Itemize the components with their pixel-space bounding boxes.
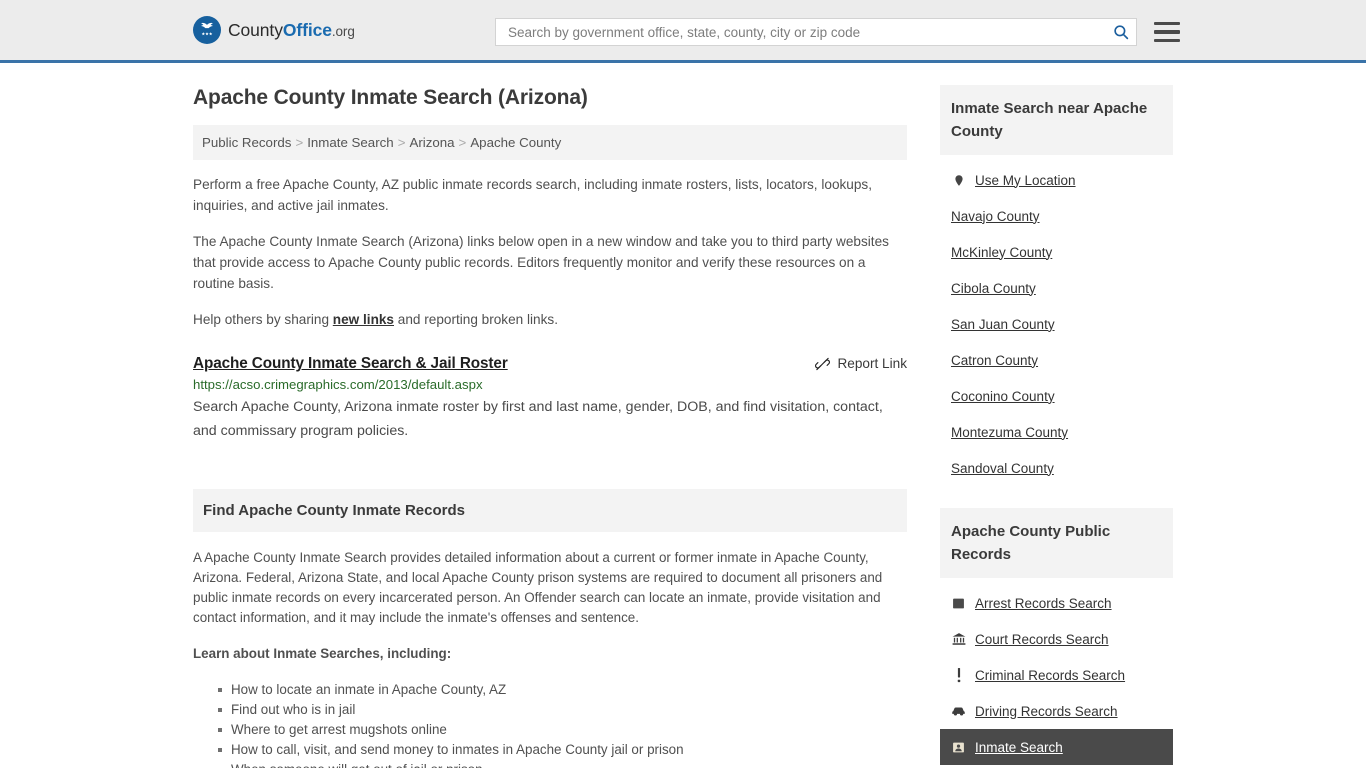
sidebar-item-navajo-county[interactable]: Navajo County	[951, 198, 1173, 234]
sidebar-item-label: Montezuma County	[951, 424, 1069, 440]
find-records-section-header: Find Apache County Inmate Records	[193, 489, 907, 532]
inmate-card-icon	[951, 740, 966, 755]
sidebar-panel-nearby: Inmate Search near Apache County Use My …	[940, 85, 1173, 486]
logo-wordmark: CountyOffice.org	[228, 20, 355, 41]
sidebar-item-arrest-records-search[interactable]: Arrest Records Search	[951, 585, 1173, 621]
hamburger-bar	[1154, 21, 1180, 26]
sidebar-item-label: Coconino County	[951, 388, 1055, 404]
breadcrumb-separator: >	[397, 135, 406, 150]
site-logo[interactable]: CountyOffice.org	[193, 16, 355, 44]
search-icon[interactable]	[1112, 23, 1130, 41]
find-records-paragraph: A Apache County Inmate Search provides d…	[193, 550, 883, 625]
report-link-button[interactable]: Report Link	[815, 356, 907, 371]
share-text-before: Help others by sharing	[193, 312, 333, 327]
sidebar-item-label: San Juan County	[951, 316, 1055, 332]
page-title: Apache County Inmate Search (Arizona)	[193, 86, 588, 109]
logo-text-office: Office	[282, 19, 332, 40]
find-records-section-body: A Apache County Inmate Search provides d…	[193, 532, 907, 768]
sidebar-item-sandoval-county[interactable]: Sandoval County	[951, 450, 1173, 486]
sidebar-public-records-heading: Apache County Public Records	[951, 523, 1111, 563]
sidebar-item-label: Catron County	[951, 352, 1039, 368]
sidebar-item-label: Driving Records Search	[975, 703, 1118, 719]
sidebar-item-inmate-search[interactable]: Inmate Search	[940, 729, 1173, 765]
breadcrumb-separator: >	[295, 135, 304, 150]
sidebar-item-label: Cibola County	[951, 280, 1036, 296]
intro-paragraph-1: Perform a free Apache County, AZ public …	[193, 177, 872, 213]
breadcrumb: Public Records > Inmate Search > Arizona > Apa…	[193, 125, 907, 160]
sidebar-nearby-heading: Inmate Search near Apache County	[951, 100, 1148, 140]
broken-link-icon	[815, 356, 831, 371]
site-header: CountyOffice.org	[0, 0, 1366, 63]
sidebar-public-records-list: Arrest Records Search Court Records Sear…	[940, 578, 1173, 765]
content-columns: Apache County Inmate Search (Arizona) Pu…	[193, 63, 1173, 768]
sidebar-item-mckinley-county[interactable]: McKinley County	[951, 234, 1173, 270]
sidebar-item-label: Navajo County	[951, 208, 1040, 224]
main-column: Apache County Inmate Search (Arizona) Pu…	[193, 85, 907, 768]
exclamation-icon	[951, 667, 966, 683]
list-item: How to locate an inmate in Apache County…	[218, 680, 907, 700]
sidebar-item-label: Criminal Records Search	[975, 667, 1126, 683]
logo-text-org: .org	[331, 23, 355, 39]
sidebar-item-criminal-records-search[interactable]: Criminal Records Search	[951, 657, 1173, 693]
sidebar-item-cibola-county[interactable]: Cibola County	[951, 270, 1173, 306]
breadcrumb-item-inmate-search[interactable]: Inmate Search	[307, 135, 393, 150]
hamburger-bar	[1154, 38, 1180, 43]
sidebar-item-use-my-location[interactable]: Use My Location	[951, 162, 1173, 198]
list-item: Find out who is in jail	[218, 700, 907, 720]
car-icon	[951, 704, 966, 719]
page-container: Apache County Inmate Search (Arizona) Pu…	[0, 63, 1366, 768]
sidebar: Inmate Search near Apache County Use My …	[940, 85, 1173, 768]
sidebar-item-montezuma-county[interactable]: Montezuma County	[951, 414, 1173, 450]
breadcrumb-item-public-records[interactable]: Public Records	[202, 135, 291, 150]
learn-about-heading: Learn about Inmate Searches, including:	[193, 646, 452, 661]
sidebar-item-driving-records-search[interactable]: Driving Records Search	[951, 693, 1173, 729]
logo-text-county: County	[228, 19, 283, 40]
hamburger-menu-icon[interactable]	[1154, 21, 1180, 43]
report-link-label: Report Link	[837, 356, 907, 371]
result-description: Search Apache County, Arizona inmate ros…	[193, 399, 883, 439]
learn-about-list: How to locate an inmate in Apache County…	[193, 680, 907, 768]
find-records-heading: Find Apache County Inmate Records	[203, 502, 465, 519]
sidebar-item-label: Court Records Search	[975, 631, 1109, 647]
fingerprint-square-icon	[951, 596, 966, 611]
result-url: https://acso.crimegraphics.com/2013/defa…	[193, 377, 483, 392]
sidebar-item-label: Sandoval County	[951, 460, 1054, 476]
header-search-area	[495, 18, 1180, 46]
sidebar-panel-public-records: Apache County Public Records Arrest Reco…	[940, 508, 1173, 765]
courthouse-icon	[951, 632, 966, 647]
eagle-seal-icon	[193, 16, 221, 44]
sidebar-public-records-header: Apache County Public Records	[940, 508, 1173, 578]
sidebar-item-label: Use My Location	[975, 172, 1076, 188]
list-item: When someone will get out of jail or pri…	[231, 760, 907, 768]
sidebar-item-label: Arrest Records Search	[975, 595, 1112, 611]
list-item: How to call, visit, and send money to in…	[218, 740, 907, 760]
new-links-link[interactable]: new links	[333, 312, 394, 327]
breadcrumb-item-apache-county[interactable]: Apache County	[470, 135, 561, 150]
sidebar-item-coconino-county[interactable]: Coconino County	[951, 378, 1173, 414]
breadcrumb-item-arizona[interactable]: Arizona	[409, 135, 454, 150]
sidebar-item-label: McKinley County	[951, 244, 1053, 260]
sidebar-item-label: Inmate Search	[975, 739, 1063, 755]
breadcrumb-separator: >	[458, 135, 467, 150]
sidebar-nearby-list: Use My Location Navajo County McKinley C…	[940, 155, 1173, 486]
result-title-link[interactable]: Apache County Inmate Search & Jail Roste…	[193, 355, 508, 373]
intro-paragraph-3: Help others by sharing new links and rep…	[193, 309, 907, 330]
list-item: Where to get arrest mugshots online	[218, 720, 907, 740]
intro-paragraph-2: The Apache County Inmate Search (Arizona…	[193, 234, 889, 291]
share-text-after: and reporting broken links.	[394, 312, 558, 327]
map-pin-icon	[951, 173, 966, 188]
sidebar-item-catron-county[interactable]: Catron County	[951, 342, 1173, 378]
result-header-row: Apache County Inmate Search & Jail Roste…	[193, 355, 907, 373]
sidebar-item-san-juan-county[interactable]: San Juan County	[951, 306, 1173, 342]
hamburger-bar	[1154, 30, 1180, 34]
search-result-item: Apache County Inmate Search & Jail Roste…	[193, 355, 907, 443]
search-box[interactable]	[495, 18, 1137, 46]
sidebar-item-court-records-search[interactable]: Court Records Search	[951, 621, 1173, 657]
search-input[interactable]	[506, 23, 1112, 41]
sidebar-nearby-header: Inmate Search near Apache County	[940, 85, 1173, 155]
